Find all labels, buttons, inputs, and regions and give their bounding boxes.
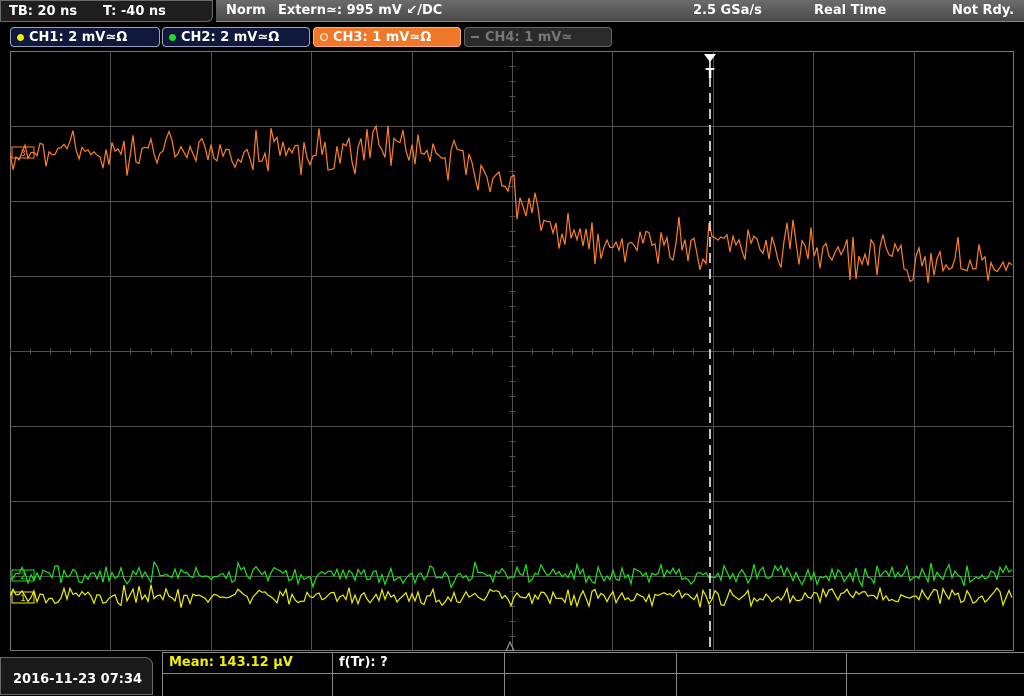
waveform-area: T 3 2 1 (10, 51, 1014, 651)
channel-2-tab[interactable]: CH2: 2 mV≃Ω (162, 27, 310, 47)
channel-3-tab[interactable]: CH3: 1 mV≃Ω (313, 27, 461, 47)
timebase-box[interactable]: TB: 20 ns T: -40 ns (0, 0, 213, 22)
ch2-trace (10, 560, 1013, 589)
measurement-panel[interactable]: Mean: 143.12 µV f(Tr): ? (162, 652, 1024, 696)
timebase-label: TB: 20 ns (9, 4, 78, 19)
channel-3-label: CH3: 1 mV≃Ω (333, 29, 432, 45)
channel-1-tab[interactable]: CH1: 2 mV≃Ω (10, 27, 160, 47)
acquisition-status[interactable]: Norm Extern≃: 995 mV ↙/DC 2.5 GSa/s Real… (216, 0, 1024, 22)
channel-4-tab[interactable]: CH4: 1 mV≃ (464, 27, 612, 47)
ch1-trace (10, 584, 1013, 609)
ch3-dot-icon (320, 33, 328, 41)
datetime-box: 2016-11-23 07:34 (0, 657, 153, 695)
channel-1-label: CH1: 2 mV≃Ω (29, 29, 128, 45)
ch4-off-icon (471, 36, 479, 38)
trigger-marker: T (706, 67, 715, 82)
ftr-measurement: f(Tr): ? (339, 655, 388, 670)
svg-text:1: 1 (20, 594, 26, 604)
channel-2-label: CH2: 2 mV≃Ω (181, 29, 280, 45)
run-state: Not Rdy. (952, 3, 1015, 18)
ch1-dot-icon (17, 33, 24, 41)
mean-measurement: Mean: 143.12 µV (169, 655, 293, 670)
trigger-arrow-icon[interactable] (704, 54, 716, 62)
sample-rate: 2.5 GSa/s (693, 3, 762, 18)
top-status-bar: TB: 20 ns T: -40 ns Norm Extern≃: 995 mV… (0, 0, 1024, 24)
measurement-cell-empty-2[interactable] (676, 653, 846, 696)
datetime-label: 2016-11-23 07:34 (13, 672, 143, 687)
measurement-cell-empty-3[interactable] (846, 653, 1024, 696)
svg-text:3: 3 (20, 149, 26, 159)
trigger-mode: Norm (226, 3, 266, 18)
acquisition-mode: Real Time (814, 3, 887, 18)
measurement-cell-ftr[interactable]: f(Tr): ? (332, 653, 504, 696)
svg-text:2: 2 (20, 572, 26, 582)
graticule (10, 51, 1014, 651)
measurement-cell-mean[interactable]: Mean: 143.12 µV (162, 653, 332, 696)
channel-4-label: CH4: 1 mV≃ (485, 29, 573, 45)
ch2-dot-icon (169, 33, 176, 41)
trigger-offset-label: T: -40 ns (103, 4, 166, 19)
trigger-source: Extern≃: 995 mV ↙/DC (278, 3, 443, 18)
ch3-trace (10, 124, 1013, 284)
measurement-cell-empty-1[interactable] (504, 653, 676, 696)
